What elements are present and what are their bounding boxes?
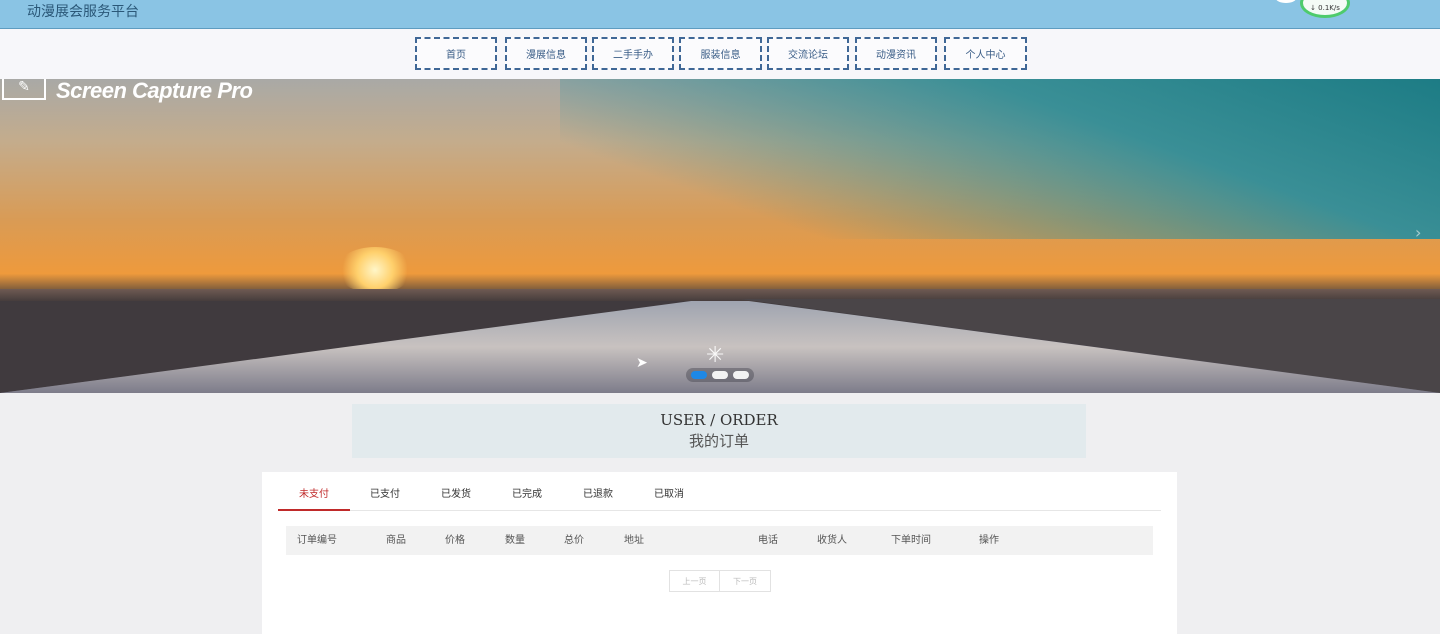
nav-item-costumes[interactable]: 服装信息 (679, 37, 762, 70)
pen-signature-icon: ✎ (2, 79, 46, 100)
site-title: 动漫展会服务平台 (27, 4, 139, 20)
column-header: 商品 (386, 535, 406, 546)
nav-item-label: 服装信息 (700, 50, 741, 61)
tab-paid[interactable]: 已支付 (350, 480, 420, 511)
column-header: 总价 (564, 535, 584, 546)
column-header: 电话 (758, 535, 778, 546)
tab-label: 已支付 (370, 489, 400, 500)
column-header: 数量 (505, 535, 525, 546)
loading-spinner-icon: ✳ (706, 343, 725, 368)
column-header: 操作 (979, 535, 999, 546)
page-heading: USER / ORDER 我的订单 (352, 404, 1086, 458)
column-header: 价格 (445, 535, 465, 546)
page-heading-cn: 我的订单 (688, 432, 749, 450)
tab-label: 已退款 (583, 489, 613, 500)
column-header: 订单编号 (297, 535, 337, 546)
mouse-cursor-icon: ➤ (636, 355, 648, 371)
nav-item-anime-news[interactable]: 动漫资讯 (855, 37, 937, 70)
column-header: 收货人 (817, 535, 847, 546)
network-speed-widget[interactable]: ↓ 0.1K/s (1300, 0, 1350, 18)
nav-item-secondhand-figures[interactable]: 二手手办 (592, 37, 674, 70)
main-nav: 首页 漫展信息 二手手办 服装信息 交流论坛 动漫资讯 个人中心 (0, 29, 1440, 79)
nav-item-label: 首页 (446, 50, 466, 61)
tab-label: 已取消 (654, 489, 684, 500)
top-header: 动漫展会服务平台 ↓ 0.1K/s (0, 0, 1440, 29)
chevron-right-icon[interactable]: › (1415, 223, 1421, 242)
nav-item-personal-center[interactable]: 个人中心 (944, 37, 1027, 70)
nav-item-label: 交流论坛 (788, 50, 828, 61)
page-heading-en: USER / ORDER (660, 411, 778, 429)
nav-item-home[interactable]: 首页 (415, 37, 497, 70)
nav-item-label: 动漫资讯 (876, 50, 916, 61)
column-header: 地址 (624, 535, 644, 546)
nav-item-label: 二手手办 (613, 50, 653, 61)
banner-sun (336, 247, 414, 293)
nav-item-label: 漫展信息 (526, 50, 566, 61)
carousel-indicators (686, 368, 754, 382)
tab-unpaid[interactable]: 未支付 (278, 480, 350, 511)
next-page-button[interactable]: 下一页 (720, 570, 771, 592)
pagination: 上一页 下一页 (669, 570, 771, 592)
nav-item-forum[interactable]: 交流论坛 (767, 37, 849, 70)
prev-page-button[interactable]: 上一页 (669, 570, 720, 592)
tab-cancelled[interactable]: 已取消 (634, 480, 704, 511)
nav-item-exhibitions[interactable]: 漫展信息 (505, 37, 587, 70)
orders-table-header: 订单编号 商品 价格 数量 总价 地址 电话 收货人 下单时间 操作 (286, 526, 1153, 555)
orders-panel: 未支付 已支付 已发货 已完成 已退款 已取消 订单编号 商品 价格 数量 总价… (262, 472, 1177, 634)
tab-completed[interactable]: 已完成 (492, 480, 562, 511)
nav-item-label: 个人中心 (965, 50, 1006, 61)
network-speed-readout: ↓ 0.1K/s (1310, 4, 1340, 12)
tab-shipped[interactable]: 已发货 (420, 480, 492, 511)
column-header: 下单时间 (891, 535, 931, 546)
carousel-dot-3[interactable] (733, 371, 749, 379)
tab-refunded[interactable]: 已退款 (562, 480, 634, 511)
order-status-tabs: 未支付 已支付 已发货 已完成 已退款 已取消 (278, 480, 1161, 511)
banner-carousel[interactable]: ✎ Screen Capture Pro › ✳ ➤ (0, 79, 1440, 393)
floating-widget-stub (1276, 0, 1296, 3)
tab-label: 已完成 (512, 489, 542, 500)
screen-capture-watermark: Screen Capture Pro (56, 79, 253, 103)
tab-label: 未支付 (299, 489, 329, 500)
carousel-dot-1[interactable] (691, 371, 707, 379)
tab-label: 已发货 (441, 489, 471, 500)
carousel-dot-2[interactable] (712, 371, 728, 379)
banner-sky (560, 79, 1440, 239)
